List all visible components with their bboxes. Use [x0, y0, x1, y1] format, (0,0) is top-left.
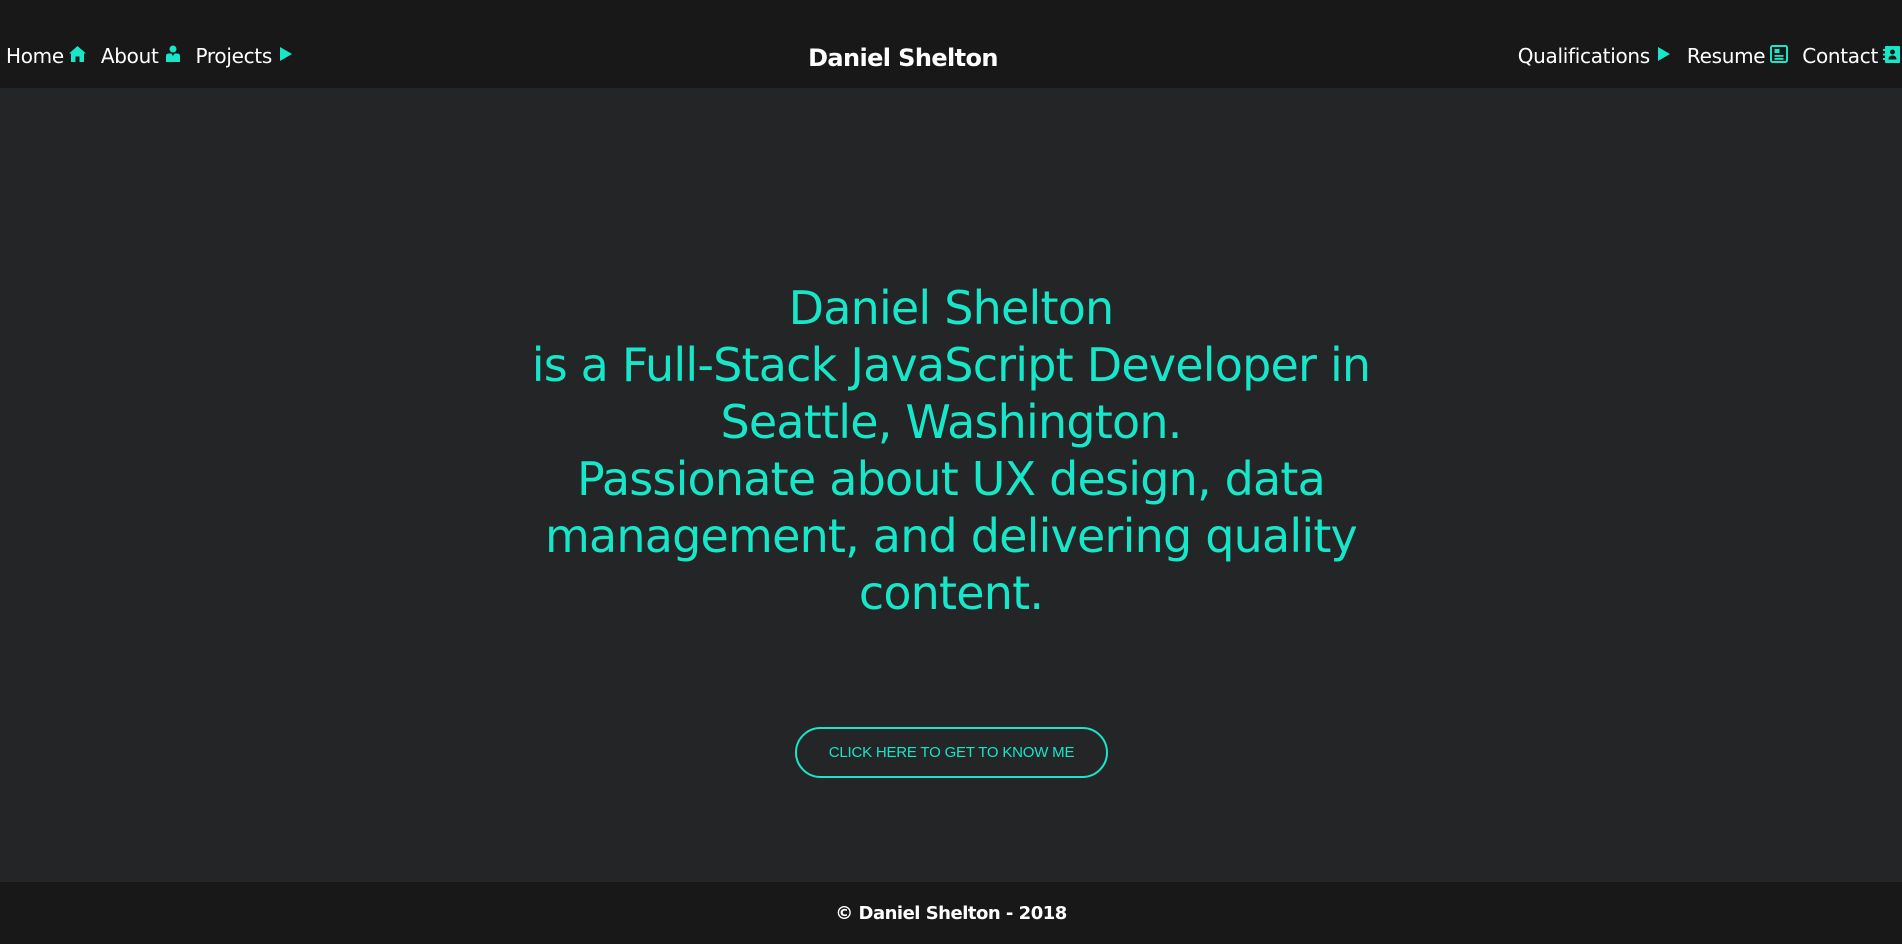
- hero-line: Passionate about UX design, data: [576, 452, 1326, 506]
- nav-item-label: Contact: [1802, 44, 1878, 68]
- footer: © Daniel Shelton - 2018: [0, 882, 1902, 944]
- hero-headline: Daniel Shelton is a Full-Stack JavaScrip…: [466, 280, 1436, 622]
- hero-line: Seattle, Washington.: [720, 395, 1182, 449]
- nav-item-label: Resume: [1686, 44, 1766, 68]
- hero-section: Daniel Shelton is a Full-Stack JavaScrip…: [0, 88, 1902, 882]
- nav-item-resume[interactable]: Resume: [1687, 44, 1789, 68]
- hero-line: content.: [858, 566, 1044, 620]
- document-icon: [1769, 44, 1789, 64]
- nav-right: Qualifications Resume Contact: [1505, 44, 1902, 68]
- navbar: Home About Projects Daniel Shelton Quali…: [0, 0, 1902, 88]
- hero-line: management, and delivering quality: [545, 509, 1358, 563]
- hero-line: Daniel Shelton: [788, 281, 1115, 335]
- nav-item-label: Qualifications: [1517, 44, 1650, 68]
- nav-item-contact[interactable]: Contact: [1802, 44, 1902, 68]
- footer-copyright: © Daniel Shelton - 2018: [835, 902, 1067, 924]
- contact-card-icon: [1882, 44, 1902, 64]
- nav-item-qualifications[interactable]: Qualifications: [1518, 44, 1674, 68]
- get-to-know-me-button[interactable]: CLICK HERE TO GET TO KNOW ME: [795, 727, 1108, 778]
- play-icon: [1654, 44, 1674, 64]
- hero-line: is a Full-Stack JavaScript Developer in: [531, 338, 1371, 392]
